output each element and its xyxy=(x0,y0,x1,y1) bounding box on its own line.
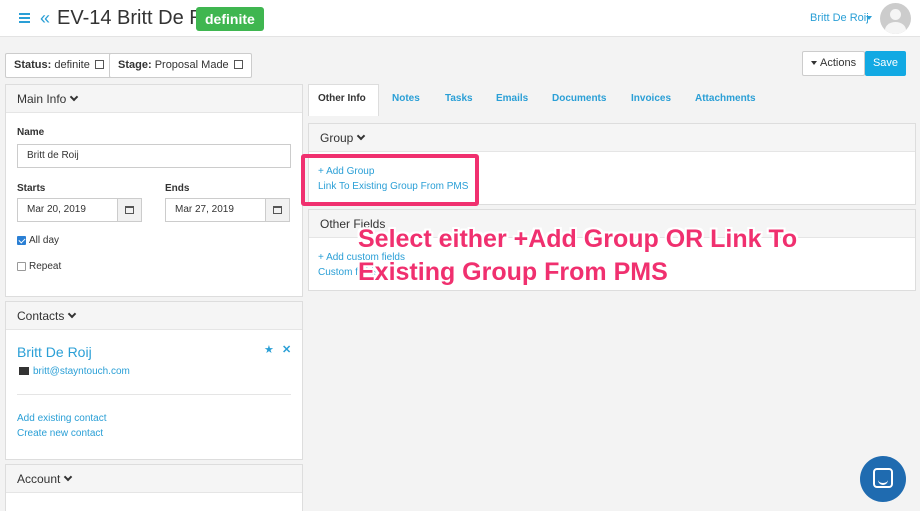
caret-down-icon[interactable] xyxy=(866,16,872,20)
tab-invoices[interactable]: Invoices xyxy=(631,93,671,104)
divider xyxy=(17,394,291,395)
stage-button[interactable]: Stage: Proposal Made xyxy=(109,53,252,78)
chevron-down-icon xyxy=(68,309,77,319)
status-label: Status: xyxy=(14,59,52,71)
back-chevrons-icon[interactable]: « xyxy=(40,8,50,29)
top-bar: « EV-14 Britt De Roij definite Britt De … xyxy=(0,0,920,37)
all-day-label: All day xyxy=(29,235,60,246)
starts-field[interactable]: Mar 20, 2019 xyxy=(17,198,118,222)
envelope-icon xyxy=(19,367,29,375)
tab-documents[interactable]: Documents xyxy=(552,93,606,104)
chat-button[interactable] xyxy=(860,456,906,502)
name-field[interactable]: Britt de Roij xyxy=(17,144,291,168)
ends-label: Ends xyxy=(165,183,190,194)
ends-field[interactable]: Mar 27, 2019 xyxy=(165,198,266,222)
caret-down-icon xyxy=(811,61,817,66)
actions-label: Actions xyxy=(820,57,857,69)
contacts-heading: Contacts xyxy=(17,309,65,323)
tab-other-info[interactable]: Other Info xyxy=(318,93,366,104)
account-heading: Account xyxy=(17,472,61,486)
tab-notes[interactable]: Notes xyxy=(392,93,420,104)
menu-icon[interactable] xyxy=(19,13,30,23)
chevron-down-icon xyxy=(357,131,366,141)
repeat-checkbox[interactable] xyxy=(17,262,26,271)
stage-value: Proposal Made xyxy=(154,59,229,71)
add-existing-contact-link[interactable]: Add existing contact xyxy=(17,413,107,424)
contacts-header[interactable]: Contacts xyxy=(6,302,302,330)
close-icon[interactable]: ✕ xyxy=(282,343,291,356)
account-panel: Account xyxy=(5,464,303,511)
chat-icon xyxy=(873,468,893,488)
tab-emails[interactable]: Emails xyxy=(496,93,528,104)
group-header[interactable]: Group xyxy=(309,124,915,152)
account-header[interactable]: Account xyxy=(6,465,302,493)
group-heading: Group xyxy=(320,131,354,145)
repeat-label: Repeat xyxy=(29,261,62,272)
user-menu[interactable]: Britt De Roij xyxy=(810,12,869,24)
starts-calendar-button[interactable] xyxy=(118,198,142,222)
contact-name-link[interactable]: Britt De Roij xyxy=(17,344,92,360)
edit-icon xyxy=(94,60,104,69)
save-button[interactable]: Save xyxy=(865,51,906,76)
calendar-icon xyxy=(125,206,134,214)
tab-attachments[interactable]: Attachments xyxy=(695,93,756,104)
status-badge: definite xyxy=(196,7,264,31)
star-icon[interactable]: ★ xyxy=(264,343,274,356)
create-new-contact-link[interactable]: Create new contact xyxy=(17,428,103,439)
status-value: definite xyxy=(54,59,90,71)
calendar-icon xyxy=(273,206,282,214)
ends-calendar-button[interactable] xyxy=(266,198,290,222)
edit-icon xyxy=(233,60,243,69)
main-info-header[interactable]: Main Info xyxy=(6,85,302,113)
status-button[interactable]: Status: definite xyxy=(5,53,113,78)
avatar[interactable] xyxy=(880,3,911,34)
chevron-down-icon xyxy=(70,92,79,102)
starts-label: Starts xyxy=(17,183,46,194)
main-info-heading: Main Info xyxy=(17,92,67,106)
actions-button[interactable]: Actions xyxy=(802,51,866,76)
all-day-checkbox[interactable] xyxy=(17,236,26,245)
name-label: Name xyxy=(17,127,45,138)
annotation-highlight-box xyxy=(301,154,479,206)
tab-tasks[interactable]: Tasks xyxy=(445,93,473,104)
annotation-text: Select either +Add Group OR Link To Exis… xyxy=(358,225,798,286)
chevron-down-icon xyxy=(64,472,73,482)
contact-email-link[interactable]: britt@stayntouch.com xyxy=(33,366,130,377)
stage-label: Stage: xyxy=(118,59,152,71)
